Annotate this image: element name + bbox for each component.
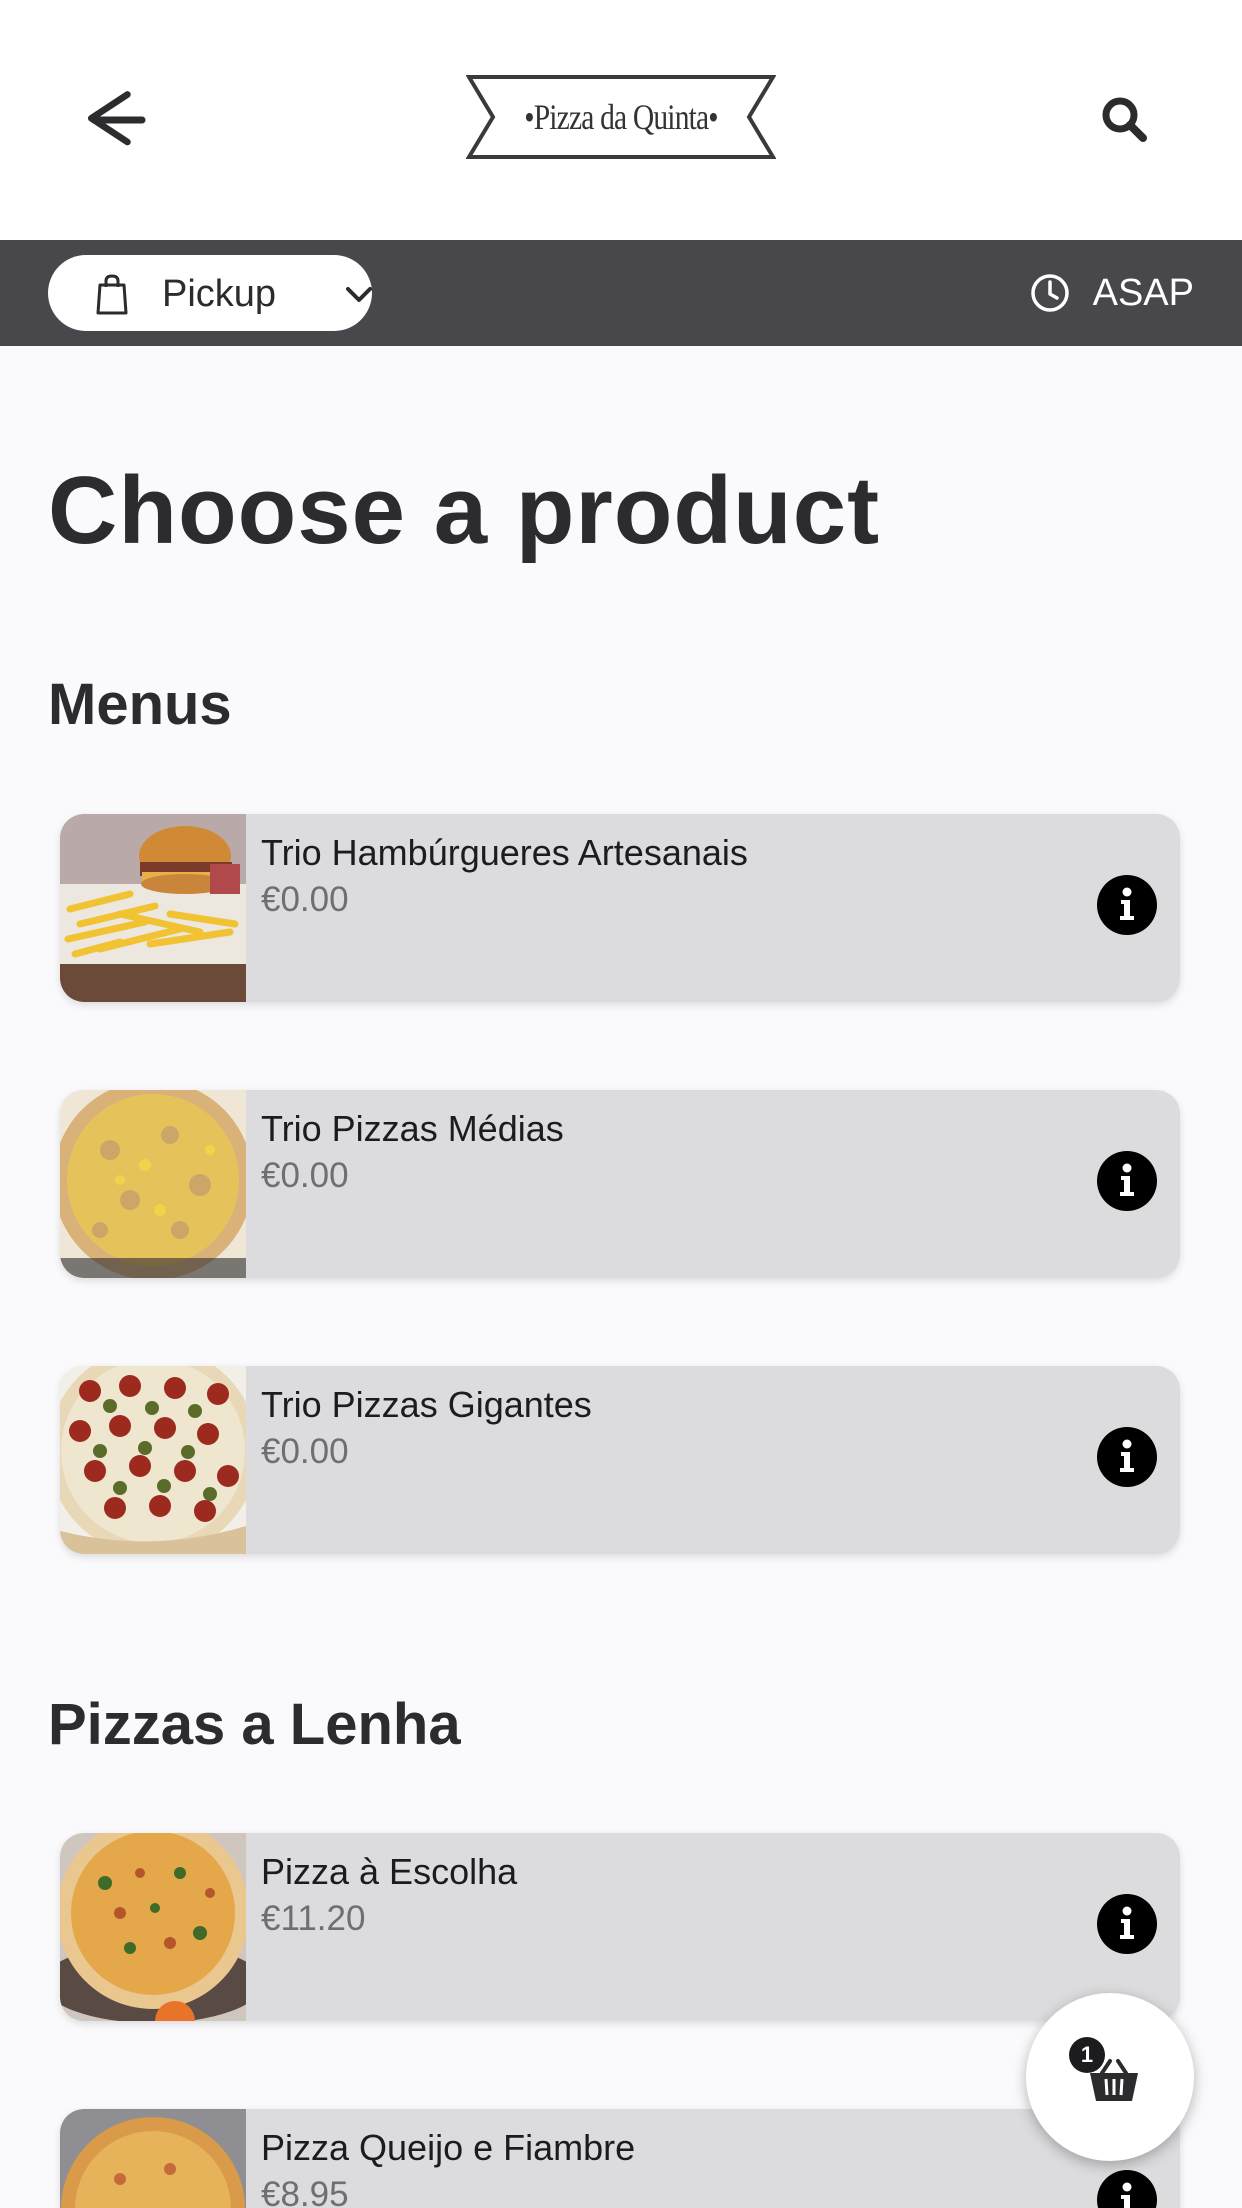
product-name: Pizza à Escolha (261, 1851, 518, 1892)
product-name: Trio Pizzas Médias (261, 1108, 564, 1149)
product-image-pizza-queijo-fiambre (60, 2109, 246, 2208)
shopping-bag-icon (96, 274, 128, 315)
product-name: Pizza Queijo e Fiambre (261, 2127, 636, 2168)
product-card[interactable]: Trio Pizzas Gigantes €0.00 (60, 1366, 1180, 1554)
cart-button[interactable]: 1 (1026, 1993, 1194, 2161)
chevron-down-icon (346, 287, 372, 302)
order-mode-dropdown[interactable]: Pickup (48, 255, 372, 331)
pickup-time-label: ASAP (1092, 271, 1194, 314)
product-card[interactable]: Trio Pizzas Médias €0.00 (60, 1090, 1180, 1278)
product-info-button[interactable] (1097, 875, 1157, 935)
product-card[interactable]: Trio Hambúrgueres Artesanais €0.00 (60, 814, 1180, 1002)
logo-text: •Pizza da Quinta• (524, 97, 718, 137)
brand-logo: •Pizza da Quinta• (466, 74, 776, 160)
product-price: €0.00 (261, 1432, 349, 1471)
app-screen: •Pizza da Quinta• Pickup ASAP Choose a p… (0, 0, 1242, 2208)
product-name: Trio Hambúrgueres Artesanais (261, 832, 748, 873)
page-title: Choose a product (48, 457, 881, 564)
cart-count-badge: 1 (1069, 2037, 1105, 2073)
product-info-button[interactable] (1097, 1151, 1157, 1211)
product-image-pizza-escolha (60, 1833, 246, 2021)
product-image-pizza (60, 1090, 246, 1278)
product-info-button[interactable] (1097, 1894, 1157, 1954)
product-card[interactable]: Pizza Queijo e Fiambre €8.95 (60, 2109, 1180, 2208)
product-name: Trio Pizzas Gigantes (261, 1384, 592, 1425)
order-mode-label: Pickup (162, 273, 277, 315)
product-price: €11.20 (261, 1899, 366, 1938)
pickup-time-selector[interactable]: ASAP (1029, 270, 1194, 316)
product-image-pepperoni-pizza (60, 1366, 246, 1554)
top-header: •Pizza da Quinta• (0, 0, 1242, 240)
product-info-button[interactable] (1097, 2170, 1157, 2208)
product-price: €8.95 (261, 2175, 349, 2208)
back-button[interactable] (80, 85, 160, 155)
info-icon (1120, 1163, 1134, 1196)
order-options-bar: Pickup ASAP (0, 240, 1242, 346)
info-icon (1120, 1439, 1134, 1472)
product-info-button[interactable] (1097, 1427, 1157, 1487)
product-price: €0.00 (261, 880, 349, 919)
arrow-left-icon (87, 91, 146, 146)
section-title-menus: Menus (48, 672, 232, 737)
info-icon (1120, 887, 1134, 920)
product-image-burger-fries (60, 814, 246, 1002)
search-button[interactable] (1095, 90, 1155, 150)
info-icon (1121, 2182, 1132, 2208)
product-price: €0.00 (261, 1156, 349, 1195)
clock-icon (1030, 274, 1069, 312)
info-icon (1120, 1906, 1134, 1939)
section-title-pizzas-a-lenha: Pizzas a Lenha (48, 1692, 461, 1757)
product-card[interactable]: Pizza à Escolha €11.20 (60, 1833, 1180, 2021)
search-icon (1102, 97, 1147, 142)
